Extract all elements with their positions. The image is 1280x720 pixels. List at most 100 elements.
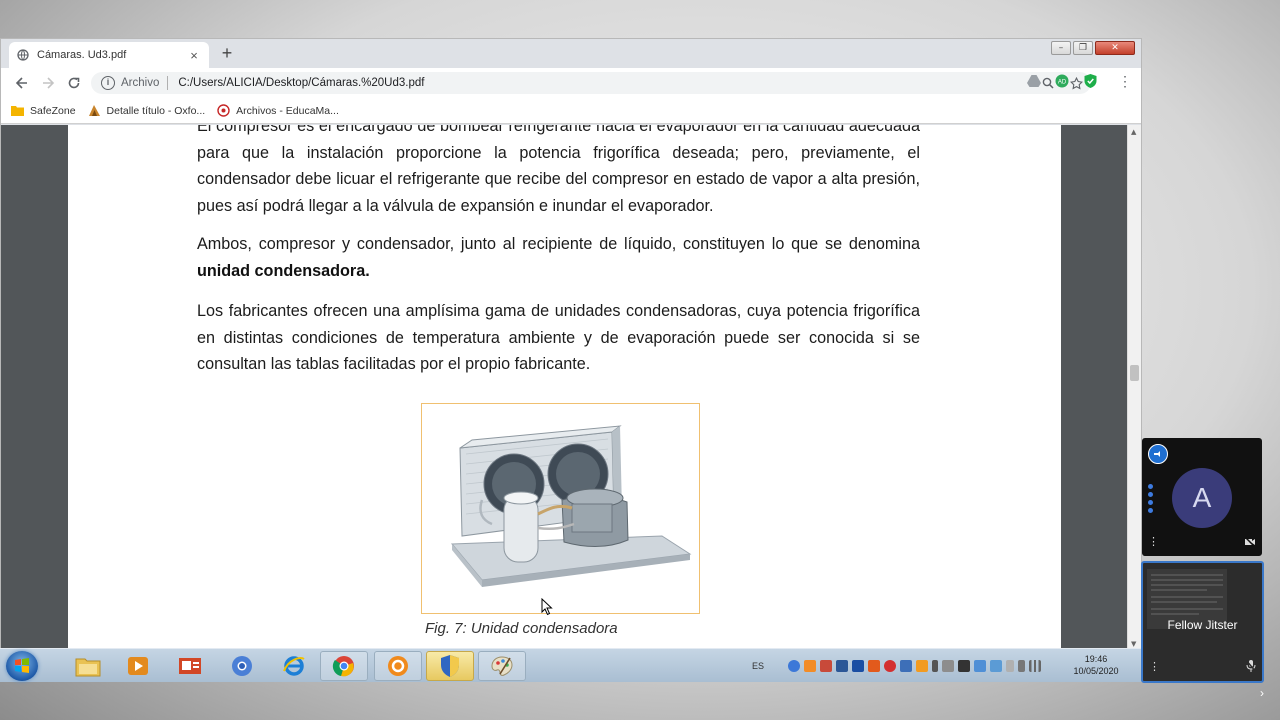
tray-sync-icon[interactable]: [990, 660, 1003, 672]
scrollbar[interactable]: ▲ ▼: [1127, 125, 1141, 651]
taskbar-app-orange[interactable]: [374, 651, 422, 681]
microphone-off-icon: [1245, 659, 1257, 675]
tray-flag-icon[interactable]: [1006, 660, 1015, 672]
pin-icon[interactable]: [1148, 444, 1168, 464]
ad-extension-icon[interactable]: AD: [1053, 72, 1071, 90]
bookmarks-bar: SafeZone Detalle título - Oxfo... Archiv…: [1, 98, 1141, 124]
tray-battery-icon[interactable]: [1018, 660, 1026, 672]
windows-logo-icon: [15, 658, 29, 673]
chrome-icon: [332, 656, 354, 677]
browser-window: Cámaras. Ud3.pdf × + – ❐ ✕ i Archivo C:/…: [0, 38, 1142, 651]
shield-icon: [441, 655, 459, 677]
participant-tile-avatar[interactable]: A ⋮: [1142, 438, 1262, 556]
tab-close-icon[interactable]: ×: [187, 48, 201, 63]
globe-icon: [17, 49, 29, 61]
clock-date: 10/05/2020: [1073, 666, 1119, 676]
tray-display-icon[interactable]: [958, 660, 971, 672]
scroll-thumb[interactable]: [1130, 365, 1139, 381]
clock[interactable]: 19:46 10/05/2020: [1066, 653, 1126, 677]
media-player-icon: [128, 657, 148, 675]
gear-app-icon: [388, 656, 408, 676]
tray-dropbox-icon[interactable]: [900, 660, 913, 672]
tray-malwarebytes-icon[interactable]: [852, 660, 865, 672]
educamadrid-icon: [217, 104, 230, 117]
back-button[interactable]: [9, 71, 35, 95]
bookmark-label: Detalle título - Oxfo...: [106, 104, 206, 117]
arrow-left-icon: [15, 77, 27, 89]
tab-active[interactable]: Cámaras. Ud3.pdf ×: [9, 42, 209, 68]
taskbar-internet-explorer[interactable]: [270, 651, 318, 681]
internet-explorer-icon: [283, 656, 305, 676]
tray-app-icon[interactable]: [804, 660, 817, 672]
drive-extension-icon[interactable]: [1025, 72, 1043, 90]
participant-name: Fellow Jitster: [1167, 618, 1238, 632]
folder-icon: [75, 658, 101, 677]
tray-network-icon[interactable]: [974, 660, 987, 672]
participant-tile-local[interactable]: Fellow Jitster ⋮: [1141, 561, 1264, 683]
restore-button[interactable]: ❐: [1073, 41, 1093, 55]
camera-off-icon: [1244, 536, 1256, 550]
system-tray: ES: [752, 649, 1042, 683]
pdf-viewer[interactable]: El compresor es el encargado de bombear …: [1, 125, 1129, 651]
audio-level-indicator: [1148, 484, 1154, 513]
condensing-unit-figure: [421, 403, 700, 614]
taskbar-chrome[interactable]: [320, 651, 368, 681]
tab-strip: Cámaras. Ud3.pdf × + – ❐ ✕: [1, 39, 1141, 68]
taskbar-powerpoint[interactable]: [166, 651, 214, 681]
separator: [167, 76, 169, 90]
browser-toolbar: i Archivo C:/Users/ALICIA/Desktop/Cámara…: [1, 68, 1141, 98]
close-window-button[interactable]: ✕: [1095, 41, 1135, 55]
reload-button[interactable]: [61, 71, 87, 95]
new-tab-button[interactable]: +: [217, 43, 237, 63]
bookmark-oxford[interactable]: Detalle título - Oxfo...: [88, 104, 206, 117]
arrow-right-icon: [43, 77, 55, 89]
info-icon[interactable]: i: [101, 76, 115, 90]
scroll-down-icon[interactable]: ▼: [1131, 640, 1136, 648]
taskbar-explorer[interactable]: [64, 651, 112, 681]
bookmark-label: Archivos - EducaMa...: [236, 104, 339, 117]
forward-button[interactable]: [35, 71, 61, 95]
figure-caption: Fig. 7: Unidad condensadora: [425, 620, 618, 637]
tray-wifi-icon[interactable]: [1029, 660, 1042, 672]
tray-error-icon[interactable]: [884, 660, 897, 672]
tray-update-icon[interactable]: [916, 660, 929, 672]
tray-volume-icon[interactable]: [932, 660, 939, 672]
bookmark-safezone[interactable]: SafeZone: [11, 104, 76, 117]
bookmark-educamadrid[interactable]: Archivos - EducaMa...: [217, 104, 339, 117]
avatar: A: [1172, 468, 1232, 528]
oxford-icon: [88, 104, 101, 117]
tray-sound-icon[interactable]: [942, 660, 955, 672]
taskbar: ES 19:46 10/05/2020: [0, 648, 1142, 682]
clock-time: 19:46: [1084, 654, 1108, 664]
extensions: AD: [1025, 72, 1099, 90]
scroll-up-icon[interactable]: ▲: [1131, 128, 1136, 136]
paragraph-compresor: El compresor es el encargado de bombear …: [197, 125, 920, 216]
tray-storage-icon[interactable]: [836, 660, 849, 672]
bookmark-label: SafeZone: [30, 104, 76, 117]
url-text: C:/Users/ALICIA/Desktop/Cámaras.%20Ud3.p…: [178, 77, 425, 89]
tray-gear-icon[interactable]: [868, 660, 881, 672]
minimize-button[interactable]: –: [1051, 41, 1071, 55]
chevron-right-icon[interactable]: ›: [1260, 686, 1264, 700]
paragraph-unidad: Ambos, compresor y condensador, junto al…: [197, 231, 920, 284]
shield-extension-icon[interactable]: [1081, 72, 1099, 90]
condensing-unit-image: [450, 425, 692, 587]
taskbar-media-player[interactable]: [114, 651, 162, 681]
tab-title: Cámaras. Ud3.pdf: [37, 49, 127, 61]
bold-term: unidad condensadora.: [197, 261, 370, 280]
participant-menu-icon[interactable]: ⋮: [1149, 660, 1160, 673]
more-menu-icon[interactable]: ⋮: [1117, 73, 1133, 90]
start-button[interactable]: [6, 651, 38, 681]
taskbar-chrome-canary[interactable]: [218, 651, 266, 681]
address-bar[interactable]: i Archivo C:/Users/ALICIA/Desktop/Cámara…: [91, 72, 1091, 94]
url-scheme: Archivo: [121, 77, 160, 89]
taskbar-paint[interactable]: [478, 651, 526, 681]
language-indicator[interactable]: ES: [752, 661, 764, 671]
taskbar-security-center[interactable]: [426, 651, 474, 681]
reload-icon: [68, 77, 80, 89]
participant-menu-icon[interactable]: ⋮: [1148, 535, 1159, 548]
tray-antivirus-icon[interactable]: [820, 660, 833, 672]
folder-icon: [11, 104, 24, 117]
paragraph-fabricantes: Los fabricantes ofrecen una amplísima ga…: [197, 302, 920, 374]
tray-chrome-icon[interactable]: [788, 660, 801, 672]
